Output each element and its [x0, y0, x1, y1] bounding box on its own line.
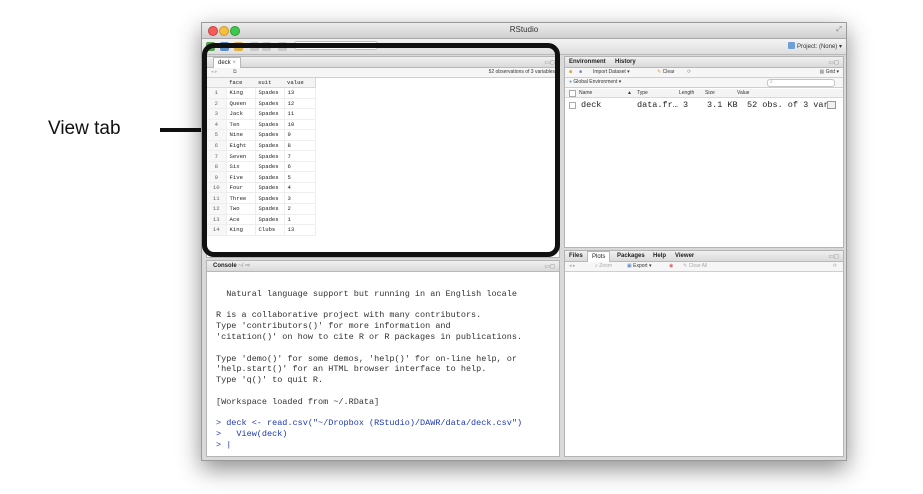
env-col-length[interactable]: Length [679, 90, 694, 96]
env-col-size[interactable]: Size [705, 90, 715, 96]
env-search-input[interactable]: ⌕ [767, 79, 835, 87]
load-workspace-icon[interactable]: ■ [569, 68, 572, 77]
zoom-button[interactable]: ⌕ Zoom [595, 262, 612, 271]
save-workspace-icon[interactable]: ■ [579, 68, 582, 77]
environment-selector[interactable]: ● Global Environment ▾ [569, 78, 621, 87]
project-label: Project: (None) [796, 44, 838, 50]
export-button[interactable]: ▣ Export ▾ [627, 262, 651, 271]
grid-icon: ▦ [819, 69, 825, 75]
console-line: R is a collaborative project with many c… [216, 310, 482, 321]
env-toolbar: ■ ■ Import Dataset ▾ ✎ Clear ⟳ ▦ Grid ▾ [565, 68, 843, 78]
remove-plot-icon[interactable]: ◉ [669, 262, 673, 271]
env-col-name[interactable]: Name [579, 90, 592, 96]
select-all-checkbox[interactable] [569, 90, 576, 97]
console-line: 'citation()' on how to cite R or R packa… [216, 331, 523, 342]
back-forward-icon[interactable]: ◂ ▸ [569, 262, 575, 271]
env-table-header: Name ▲ Type Length Size Value [565, 89, 843, 98]
console-output[interactable]: Natural language support but running in … [216, 278, 522, 451]
console-command-line: > deck <- read.csv("~/Dropbox (RStudio)/… [216, 418, 523, 429]
window-title: RStudio [509, 25, 539, 34]
env-row-size: 3.1 KB [707, 100, 738, 110]
pane-maximize-icon[interactable]: ▭◻ [828, 253, 839, 260]
r-environment-icon: ● [569, 79, 573, 85]
title-bar: RStudio ⤢ [202, 23, 846, 39]
annotation-pointer-line [160, 128, 202, 132]
console-commands: > deck <- read.csv("~/Dropbox (RStudio)/… [216, 418, 522, 450]
files-plots-pane: Files Plots Packages Help Viewer ▭◻ ◂ ▸ … [564, 250, 844, 457]
env-scope-bar: ● Global Environment ▾ ⌕ [565, 78, 843, 88]
fullscreen-icon[interactable]: ⤢ [836, 26, 842, 34]
env-row-type: data.fr… [637, 100, 678, 110]
tab-help[interactable]: Help [653, 251, 666, 261]
env-col-value[interactable]: Value [737, 90, 749, 96]
broom-icon: ✎ [683, 263, 688, 269]
sort-icon: ▲ [627, 90, 632, 96]
pane-maximize-icon[interactable]: ▭◻ [828, 59, 839, 66]
search-icon: ⌕ [770, 79, 773, 85]
env-row-value: 52 obs. of 3 var… [747, 100, 834, 110]
tab-viewer[interactable]: Viewer [675, 251, 694, 261]
console-command-line: > | [216, 439, 232, 450]
clear-all-button[interactable]: ✎ Clear All [683, 262, 707, 271]
tab-history[interactable]: History [615, 57, 636, 67]
console-line: [Workspace loaded from ~/.RData] [216, 396, 380, 407]
console-tabstrip: Console ~/ ⇨ ▭◻ [207, 261, 559, 272]
tab-console[interactable]: Console ~/ ⇨ [213, 261, 250, 271]
clear-button[interactable]: ✎ Clear [657, 68, 675, 77]
refresh-icon[interactable]: ⟳ [833, 262, 837, 271]
plots-toolbar: ◂ ▸ ⌕ Zoom ▣ Export ▾ ◉ ✎ Clear All ⟳ [565, 262, 843, 272]
env-row-name: deck [581, 100, 602, 110]
annotation-label: View tab [48, 118, 121, 139]
tab-plots[interactable]: Plots [587, 251, 611, 262]
console-startup-text: Natural language support but running in … [216, 289, 522, 407]
refresh-icon[interactable]: ⟳ [687, 68, 691, 77]
console-goto-icon[interactable]: ⇨ [245, 263, 250, 269]
view-tab-highlight [202, 43, 560, 257]
console-line: 'help.start()' for an HTML browser inter… [216, 364, 487, 375]
console-line: Type 'q()' to quit R. [216, 375, 324, 386]
console-command-line: > View(deck) [216, 429, 288, 440]
console-line: Type 'demo()' for some demos, 'help()' f… [216, 353, 517, 364]
console-line: Natural language support but running in … [216, 288, 517, 299]
grid-view-button[interactable]: ▦ Grid ▾ [820, 68, 839, 77]
tab-environment[interactable]: Environment [569, 57, 606, 67]
tab-packages[interactable]: Packages [617, 251, 645, 261]
row-checkbox[interactable] [569, 102, 576, 109]
console-line: Type 'contributors()' for more informati… [216, 321, 451, 332]
env-tabstrip: Environment History ▭◻ [565, 57, 843, 68]
tab-files[interactable]: Files [569, 251, 583, 261]
environment-pane: Environment History ▭◻ ■ ■ Import Datase… [564, 56, 844, 248]
env-col-type[interactable]: Type [637, 90, 648, 96]
env-row-length: 3 [683, 100, 689, 110]
view-data-icon[interactable] [827, 101, 836, 109]
import-dataset-button[interactable]: Import Dataset ▾ [593, 68, 630, 77]
pane-maximize-icon[interactable]: ▭◻ [544, 263, 555, 270]
export-icon: ▣ [627, 263, 632, 269]
console-pane: Console ~/ ⇨ ▭◻ Natural language support… [206, 260, 560, 457]
project-icon [787, 42, 795, 49]
project-menu[interactable]: Project: (None) ▾ [787, 42, 842, 50]
files-tabstrip: Files Plots Packages Help Viewer ▭◻ [565, 251, 843, 262]
env-row-deck[interactable]: deck data.fr… 3 3.1 KB 52 obs. of 3 var… [565, 100, 843, 110]
zoom-icon: ⌕ [595, 263, 598, 269]
broom-icon: ✎ [657, 69, 662, 75]
